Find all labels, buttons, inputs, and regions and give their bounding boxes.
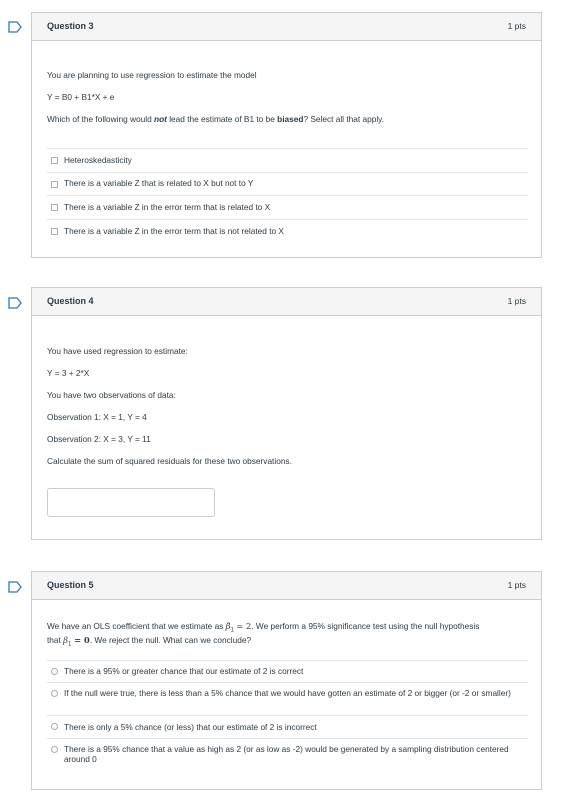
answer-option[interactable]: Heteroskedasticity bbox=[47, 148, 528, 172]
question-text: Y = B0 + B1*X + e bbox=[47, 92, 115, 102]
answer-label: Heteroskedasticity bbox=[64, 155, 132, 165]
answer-option[interactable]: There is only a 5% chance (or less) that… bbox=[47, 715, 528, 738]
question-title: Question 3 bbox=[47, 21, 94, 31]
answer-radio[interactable] bbox=[51, 690, 58, 697]
question-text: You have two observations of data: bbox=[47, 390, 176, 400]
answer-checkbox[interactable] bbox=[51, 157, 58, 164]
question-title: Question 4 bbox=[47, 296, 94, 306]
question-5: Question 5 1 pts We have an OLS coeffici… bbox=[31, 571, 542, 790]
flag-icon[interactable] bbox=[8, 297, 22, 309]
question-3: Question 3 1 pts You are planning to use… bbox=[31, 12, 542, 258]
question-points: 1 pts bbox=[507, 296, 526, 306]
answer-option[interactable]: There is a variable Z in the error term … bbox=[47, 195, 528, 219]
question-text: We have an OLS coefficient that we estim… bbox=[47, 621, 480, 634]
question-prompt: Which of the following would not lead th… bbox=[47, 114, 384, 124]
question-header: Question 4 1 pts bbox=[32, 288, 541, 316]
answer-label: There is a 95% chance that a value as hi… bbox=[64, 744, 509, 764]
answer-option[interactable]: If the null were true, there is less tha… bbox=[47, 682, 528, 715]
question-text: You are planning to use regression to es… bbox=[47, 70, 257, 80]
answer-option[interactable]: There is a 95% or greater chance that ou… bbox=[47, 660, 528, 682]
question-points: 1 pts bbox=[507, 21, 526, 31]
question-text: Observation 2: X = 3, Y = 11 bbox=[47, 434, 151, 444]
answer-checkbox[interactable] bbox=[51, 181, 58, 188]
question-text: You have used regression to estimate: bbox=[47, 346, 188, 356]
answer-label: There is a variable Z that is related to… bbox=[64, 178, 254, 188]
answer-checkbox[interactable] bbox=[51, 204, 58, 211]
answer-option[interactable]: There is a variable Z that is related to… bbox=[47, 172, 528, 195]
numeric-answer-input[interactable] bbox=[47, 488, 215, 517]
question-title: Question 5 bbox=[47, 580, 94, 590]
flag-icon[interactable] bbox=[8, 21, 22, 33]
answer-option[interactable]: There is a 95% chance that a value as hi… bbox=[47, 738, 528, 771]
question-text: Y = 3 + 2*X bbox=[47, 368, 90, 378]
question-points: 1 pts bbox=[507, 580, 526, 590]
question-header: Question 3 1 pts bbox=[32, 13, 541, 41]
answer-label: If the null were true, there is less tha… bbox=[64, 688, 511, 698]
flag-icon[interactable] bbox=[8, 581, 22, 593]
answer-option[interactable]: There is a variable Z in the error term … bbox=[47, 219, 528, 243]
answer-radio[interactable] bbox=[51, 746, 58, 753]
question-4: Question 4 1 pts You have used regressio… bbox=[31, 287, 542, 540]
answer-label: There is a 95% or greater chance that ou… bbox=[64, 666, 304, 676]
question-text: Observation 1: X = 1, Y = 4 bbox=[47, 412, 147, 422]
question-header: Question 5 1 pts bbox=[32, 572, 541, 600]
answer-radio[interactable] bbox=[51, 668, 58, 675]
answer-radio[interactable] bbox=[51, 723, 58, 730]
answer-label: There is a variable Z in the error term … bbox=[64, 202, 271, 212]
question-text: that β1 = 0. We reject the null. What ca… bbox=[47, 635, 252, 648]
answer-label: There is only a 5% chance (or less) that… bbox=[64, 722, 317, 732]
question-text: Calculate the sum of squared residuals f… bbox=[47, 456, 292, 466]
answer-label: There is a variable Z in the error term … bbox=[64, 226, 284, 236]
answer-checkbox[interactable] bbox=[51, 228, 58, 235]
